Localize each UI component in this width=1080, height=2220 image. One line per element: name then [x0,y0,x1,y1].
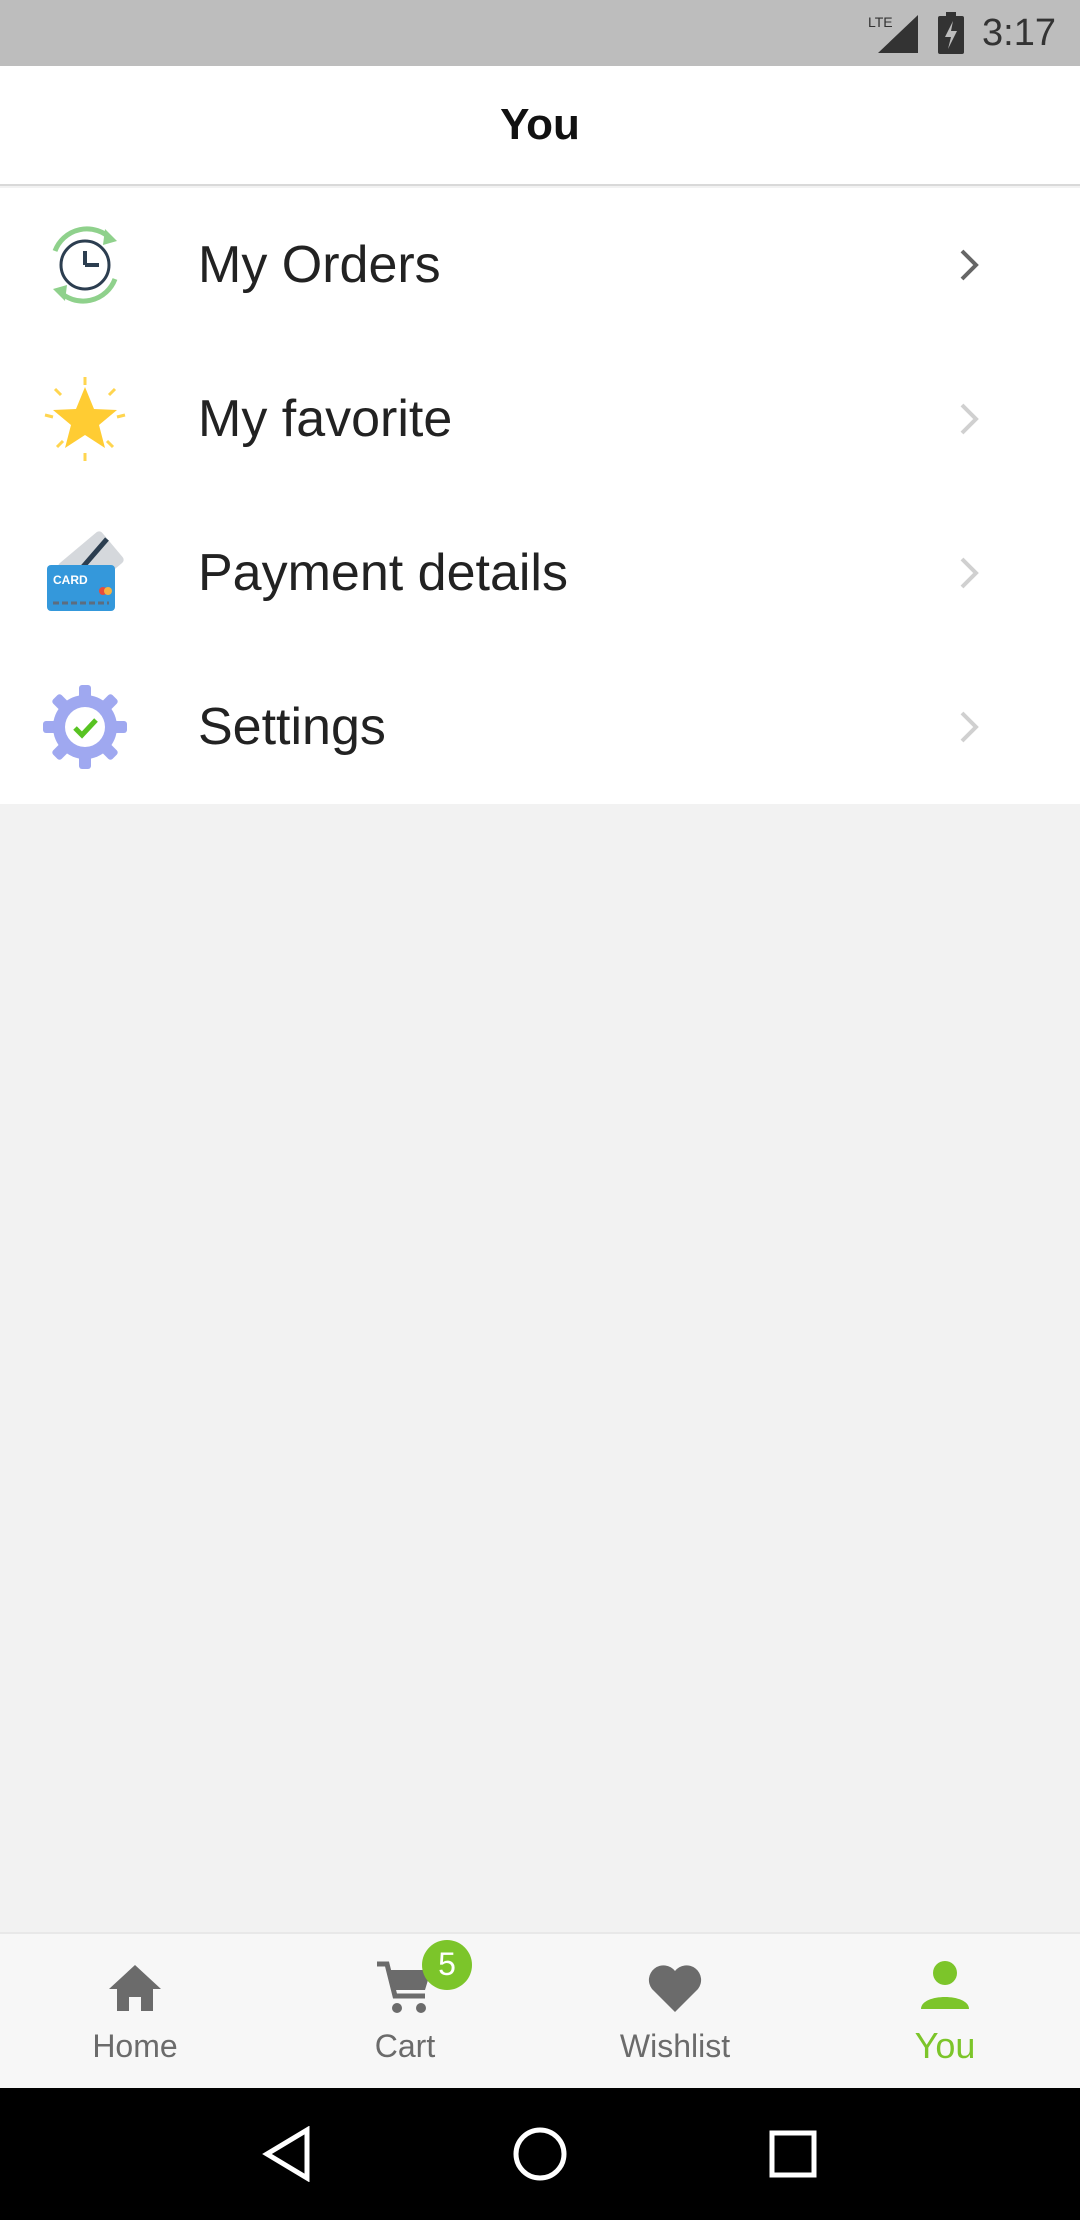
account-menu: My Orders My favorite CARD Payment detai… [0,188,1080,804]
orders-clock-icon [40,220,130,310]
chevron-right-icon [954,707,984,747]
home-icon [100,1958,170,2018]
credit-card-icon: CARD [40,528,130,618]
battery-charging-icon [938,12,965,54]
cart-icon: 5 [370,1939,472,2018]
menu-item-my-favorite[interactable]: My favorite [0,342,1080,496]
recents-square-icon[interactable] [758,2119,828,2189]
menu-item-label: My favorite [198,390,453,448]
status-bar: LTE 3:17 [0,0,1080,66]
app-header: You [0,66,1080,186]
back-icon[interactable] [252,2119,322,2189]
cart-count-badge: 5 [422,1939,472,1990]
nav-label: You [914,2025,976,2066]
nav-item-wishlist[interactable]: Wishlist [540,1934,810,2088]
menu-item-label: Settings [198,698,386,756]
chevron-right-icon [954,245,984,285]
nav-item-home[interactable]: Home [0,1934,270,2088]
home-circle-icon[interactable] [505,2119,575,2189]
nav-label: Cart [374,2027,436,2064]
bottom-navigation: Home 5 Cart Wishlist You [0,1932,1080,2088]
nav-label: Wishlist [619,2027,731,2064]
menu-item-settings[interactable]: Settings [0,650,1080,804]
chevron-right-icon [954,399,984,439]
page-title: You [500,100,580,149]
network-type-label: LTE [868,14,893,30]
menu-item-payment-details[interactable]: CARD Payment details [0,496,1080,650]
card-text: CARD [53,573,88,587]
heart-icon [640,1958,710,2018]
nav-item-cart[interactable]: 5 Cart [270,1934,540,2088]
clock-time: 3:17 [982,11,1056,54]
person-icon [910,1955,980,2015]
chevron-right-icon [954,553,984,593]
menu-item-label: My Orders [198,236,441,294]
star-icon [40,374,130,464]
system-navigation-bar [0,2088,1080,2220]
settings-gear-icon [40,682,130,772]
nav-label: Home [92,2027,178,2064]
menu-item-my-orders[interactable]: My Orders [0,188,1080,342]
menu-item-label: Payment details [198,544,568,602]
lte-signal-icon: LTE [868,11,920,55]
nav-item-you[interactable]: You [810,1934,1080,2088]
